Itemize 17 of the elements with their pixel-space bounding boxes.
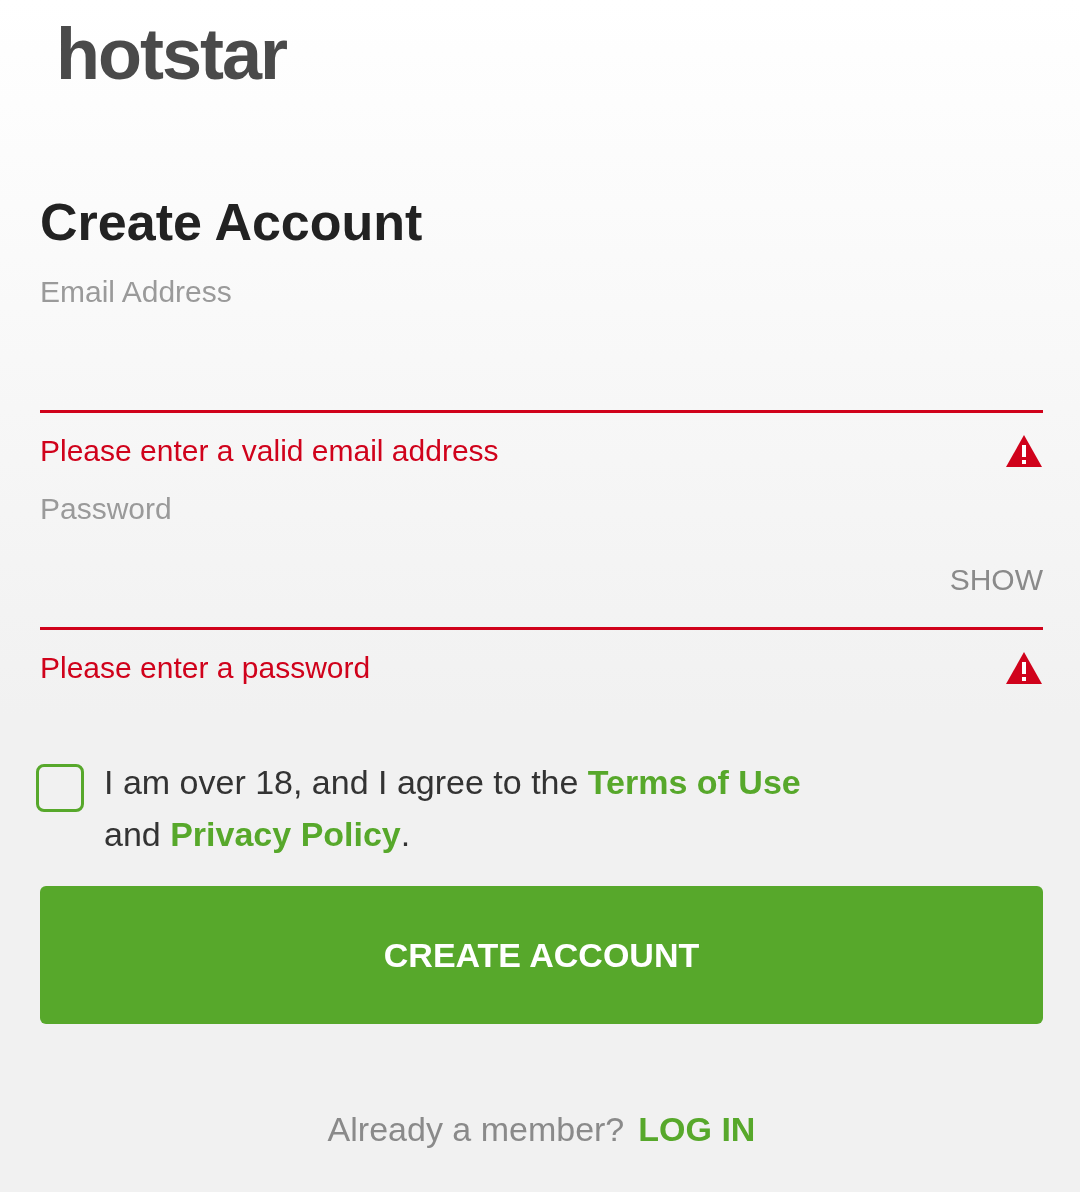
terms-link[interactable]: Privacy Policy — [170, 815, 401, 853]
create-account-button[interactable]: CREATE ACCOUNT — [40, 886, 1043, 1024]
warning-icon — [1005, 651, 1043, 685]
logo: hotstar — [56, 14, 288, 94]
agree-checkbox[interactable] — [36, 764, 84, 812]
agreement-text: I am over 18, and I agree to the Terms of Use and Privacy Policy. — [104, 762, 801, 855]
password-field[interactable]: SHOW — [40, 527, 1043, 630]
error-message: Please enter a valid email address — [40, 433, 499, 469]
field-label: Email Address — [40, 274, 233, 310]
terms-link[interactable]: Terms of Use — [587, 763, 801, 801]
warning-icon — [1005, 434, 1043, 468]
login-prompt: Already a member? — [327, 1110, 625, 1149]
error-message: Please enter a password — [40, 650, 371, 686]
page-title: Create Account — [40, 192, 424, 252]
show-password-button[interactable]: SHOW — [949, 563, 1043, 627]
field-label: Password — [40, 491, 173, 527]
login-link[interactable]: LOG IN — [638, 1110, 756, 1149]
